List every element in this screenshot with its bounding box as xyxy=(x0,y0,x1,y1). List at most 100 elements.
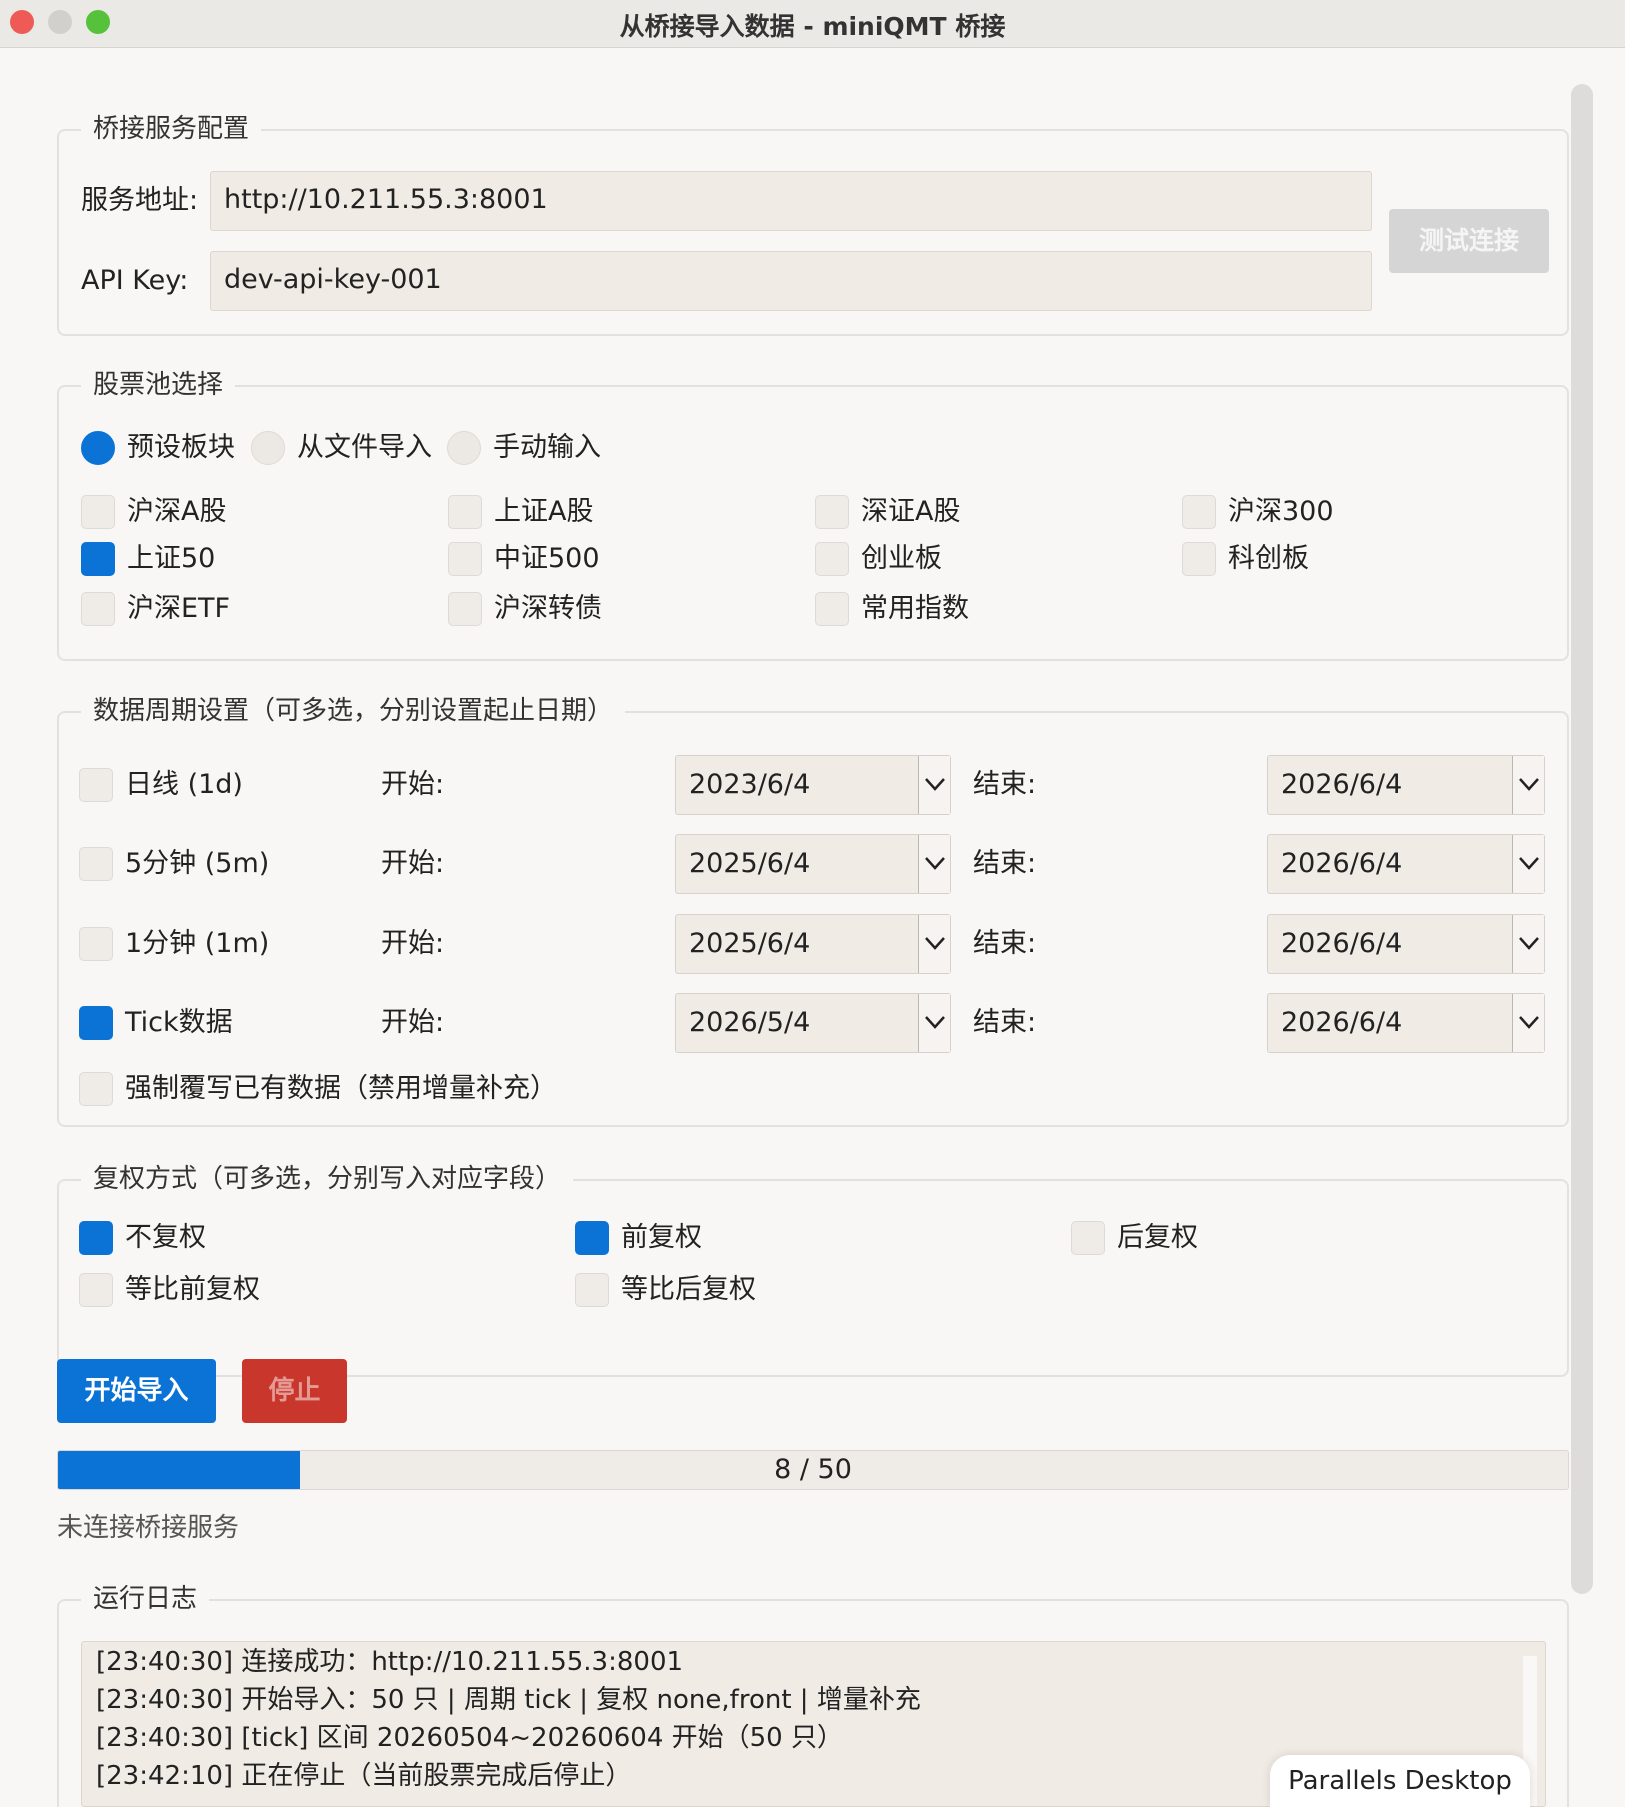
adjust-checkbox-front[interactable] xyxy=(575,1221,609,1255)
board-label: 沪深转债 xyxy=(494,593,602,624)
start-label: 开始: xyxy=(381,769,445,800)
chevron-down-icon[interactable] xyxy=(1512,915,1544,973)
start-date-value: 2026/5/4 xyxy=(689,1007,811,1038)
start-date-select[interactable]: 2023/6/4 xyxy=(675,755,951,815)
apikey-label: API Key: xyxy=(81,265,189,296)
radio-file-import[interactable] xyxy=(251,431,285,465)
adjust-label: 不复权 xyxy=(125,1222,206,1253)
board-checkbox[interactable] xyxy=(81,542,115,576)
progress-bar: 8 / 50 xyxy=(57,1450,1569,1490)
end-date-value: 2026/6/4 xyxy=(1281,1007,1403,1038)
period-label: 日线 (1d) xyxy=(125,769,243,800)
address-label: 服务地址: xyxy=(81,185,199,216)
log-line: [23:40:30] 开始导入：50 只 | 周期 tick | 复权 none… xyxy=(96,1685,921,1715)
period-checkbox-5m[interactable] xyxy=(79,847,113,881)
board-label: 沪深ETF xyxy=(127,593,231,624)
start-date-select[interactable]: 2025/6/4 xyxy=(675,914,951,974)
title-bar: 从桥接导入数据 - miniQMT 桥接 xyxy=(0,0,1625,48)
board-label: 上证A股 xyxy=(494,496,594,527)
chevron-down-icon[interactable] xyxy=(918,835,950,893)
board-label: 科创板 xyxy=(1228,543,1309,574)
overwrite-checkbox[interactable] xyxy=(79,1072,113,1106)
log-line: [23:42:10] 正在停止（当前股票完成后停止） xyxy=(96,1761,632,1791)
radio-file-import-label: 从文件导入 xyxy=(297,432,432,463)
end-label: 结束: xyxy=(973,928,1037,959)
end-label: 结束: xyxy=(973,848,1037,879)
period-label: 5分钟 (5m) xyxy=(125,848,270,879)
end-date-value: 2026/6/4 xyxy=(1281,848,1403,879)
board-label: 中证500 xyxy=(494,543,600,574)
adjust-label: 后复权 xyxy=(1117,1222,1198,1253)
chevron-down-icon[interactable] xyxy=(918,915,950,973)
start-import-button[interactable]: 开始导入 xyxy=(57,1359,216,1423)
adjust-checkbox-none[interactable] xyxy=(79,1221,113,1255)
board-checkbox[interactable] xyxy=(815,592,849,626)
adjust-checkbox-ratio-back[interactable] xyxy=(575,1273,609,1307)
test-connection-button[interactable]: 测试连接 xyxy=(1389,209,1549,273)
adjust-mode-group: 复权方式（可多选，分别写入对应字段） 不复权 前复权 后复权 等比前复权 等比后… xyxy=(57,1157,1569,1377)
board-label: 常用指数 xyxy=(861,593,969,624)
chevron-down-icon[interactable] xyxy=(1512,835,1544,893)
stock-pool-legend: 股票池选择 xyxy=(81,363,236,407)
board-checkbox[interactable] xyxy=(815,542,849,576)
end-date-select[interactable]: 2026/6/4 xyxy=(1267,914,1545,974)
log-line: [23:40:30] 连接成功：http://10.211.55.3:8001 xyxy=(96,1647,684,1677)
window-title: 从桥接导入数据 - miniQMT 桥接 xyxy=(619,12,1006,41)
end-date-select[interactable]: 2026/6/4 xyxy=(1267,993,1545,1053)
apikey-input[interactable]: dev-api-key-001 xyxy=(210,251,1372,311)
address-input[interactable]: http://10.211.55.3:8001 xyxy=(210,171,1372,231)
adjust-label: 前复权 xyxy=(621,1222,702,1253)
board-label: 创业板 xyxy=(861,543,942,574)
start-date-value: 2025/6/4 xyxy=(689,848,811,879)
end-label: 结束: xyxy=(973,769,1037,800)
stop-button[interactable]: 停止 xyxy=(242,1359,347,1423)
bridge-config-group: 桥接服务配置 服务地址: http://10.211.55.3:8001 API… xyxy=(57,107,1569,336)
adjust-checkbox-back[interactable] xyxy=(1071,1221,1105,1255)
chevron-down-icon[interactable] xyxy=(918,994,950,1052)
board-checkbox[interactable] xyxy=(448,495,482,529)
board-checkbox[interactable] xyxy=(1182,542,1216,576)
parallels-desktop-tab[interactable]: Parallels Desktop xyxy=(1270,1755,1530,1807)
board-label: 深证A股 xyxy=(861,496,961,527)
period-label: Tick数据 xyxy=(125,1007,233,1038)
progress-text: 8 / 50 xyxy=(774,1454,852,1485)
board-checkbox[interactable] xyxy=(815,495,849,529)
bridge-config-legend: 桥接服务配置 xyxy=(81,107,262,151)
board-checkbox[interactable] xyxy=(81,592,115,626)
adjust-checkbox-ratio-front[interactable] xyxy=(79,1273,113,1307)
chevron-down-icon[interactable] xyxy=(1512,994,1544,1052)
start-date-value: 2025/6/4 xyxy=(689,928,811,959)
board-checkbox[interactable] xyxy=(448,542,482,576)
period-checkbox-tick[interactable] xyxy=(79,1006,113,1040)
start-label: 开始: xyxy=(381,1007,445,1038)
window-scrollbar[interactable] xyxy=(1571,84,1593,1594)
period-settings-legend: 数据周期设置（可多选，分别设置起止日期） xyxy=(81,689,626,733)
period-checkbox-1d[interactable] xyxy=(79,768,113,802)
period-settings-group: 数据周期设置（可多选，分别设置起止日期） 日线 (1d) 开始: 2023/6/… xyxy=(57,689,1569,1127)
radio-preset-board-label: 预设板块 xyxy=(127,432,235,463)
start-date-select[interactable]: 2026/5/4 xyxy=(675,993,951,1053)
period-label: 1分钟 (1m) xyxy=(125,928,270,959)
radio-manual-input-label: 手动输入 xyxy=(493,432,601,463)
chevron-down-icon[interactable] xyxy=(918,756,950,814)
log-line: [23:40:30] [tick] 区间 20260504~20260604 开… xyxy=(96,1723,843,1753)
board-label: 上证50 xyxy=(127,543,216,574)
dialog-content: 桥接服务配置 服务地址: http://10.211.55.3:8001 API… xyxy=(0,49,1625,1807)
chevron-down-icon[interactable] xyxy=(1512,756,1544,814)
end-label: 结束: xyxy=(973,1007,1037,1038)
board-checkbox[interactable] xyxy=(1182,495,1216,529)
board-checkbox[interactable] xyxy=(81,495,115,529)
connection-status: 未连接桥接服务 xyxy=(57,1513,240,1543)
start-date-select[interactable]: 2025/6/4 xyxy=(675,834,951,894)
board-label: 沪深A股 xyxy=(127,496,227,527)
adjust-mode-legend: 复权方式（可多选，分别写入对应字段） xyxy=(81,1157,574,1201)
board-checkbox[interactable] xyxy=(448,592,482,626)
adjust-label: 等比前复权 xyxy=(125,1274,260,1305)
end-date-select[interactable]: 2026/6/4 xyxy=(1267,834,1545,894)
end-date-select[interactable]: 2026/6/4 xyxy=(1267,755,1545,815)
radio-manual-input[interactable] xyxy=(447,431,481,465)
radio-preset-board[interactable] xyxy=(81,431,115,465)
adjust-label: 等比后复权 xyxy=(621,1274,756,1305)
period-checkbox-1m[interactable] xyxy=(79,927,113,961)
start-label: 开始: xyxy=(381,928,445,959)
